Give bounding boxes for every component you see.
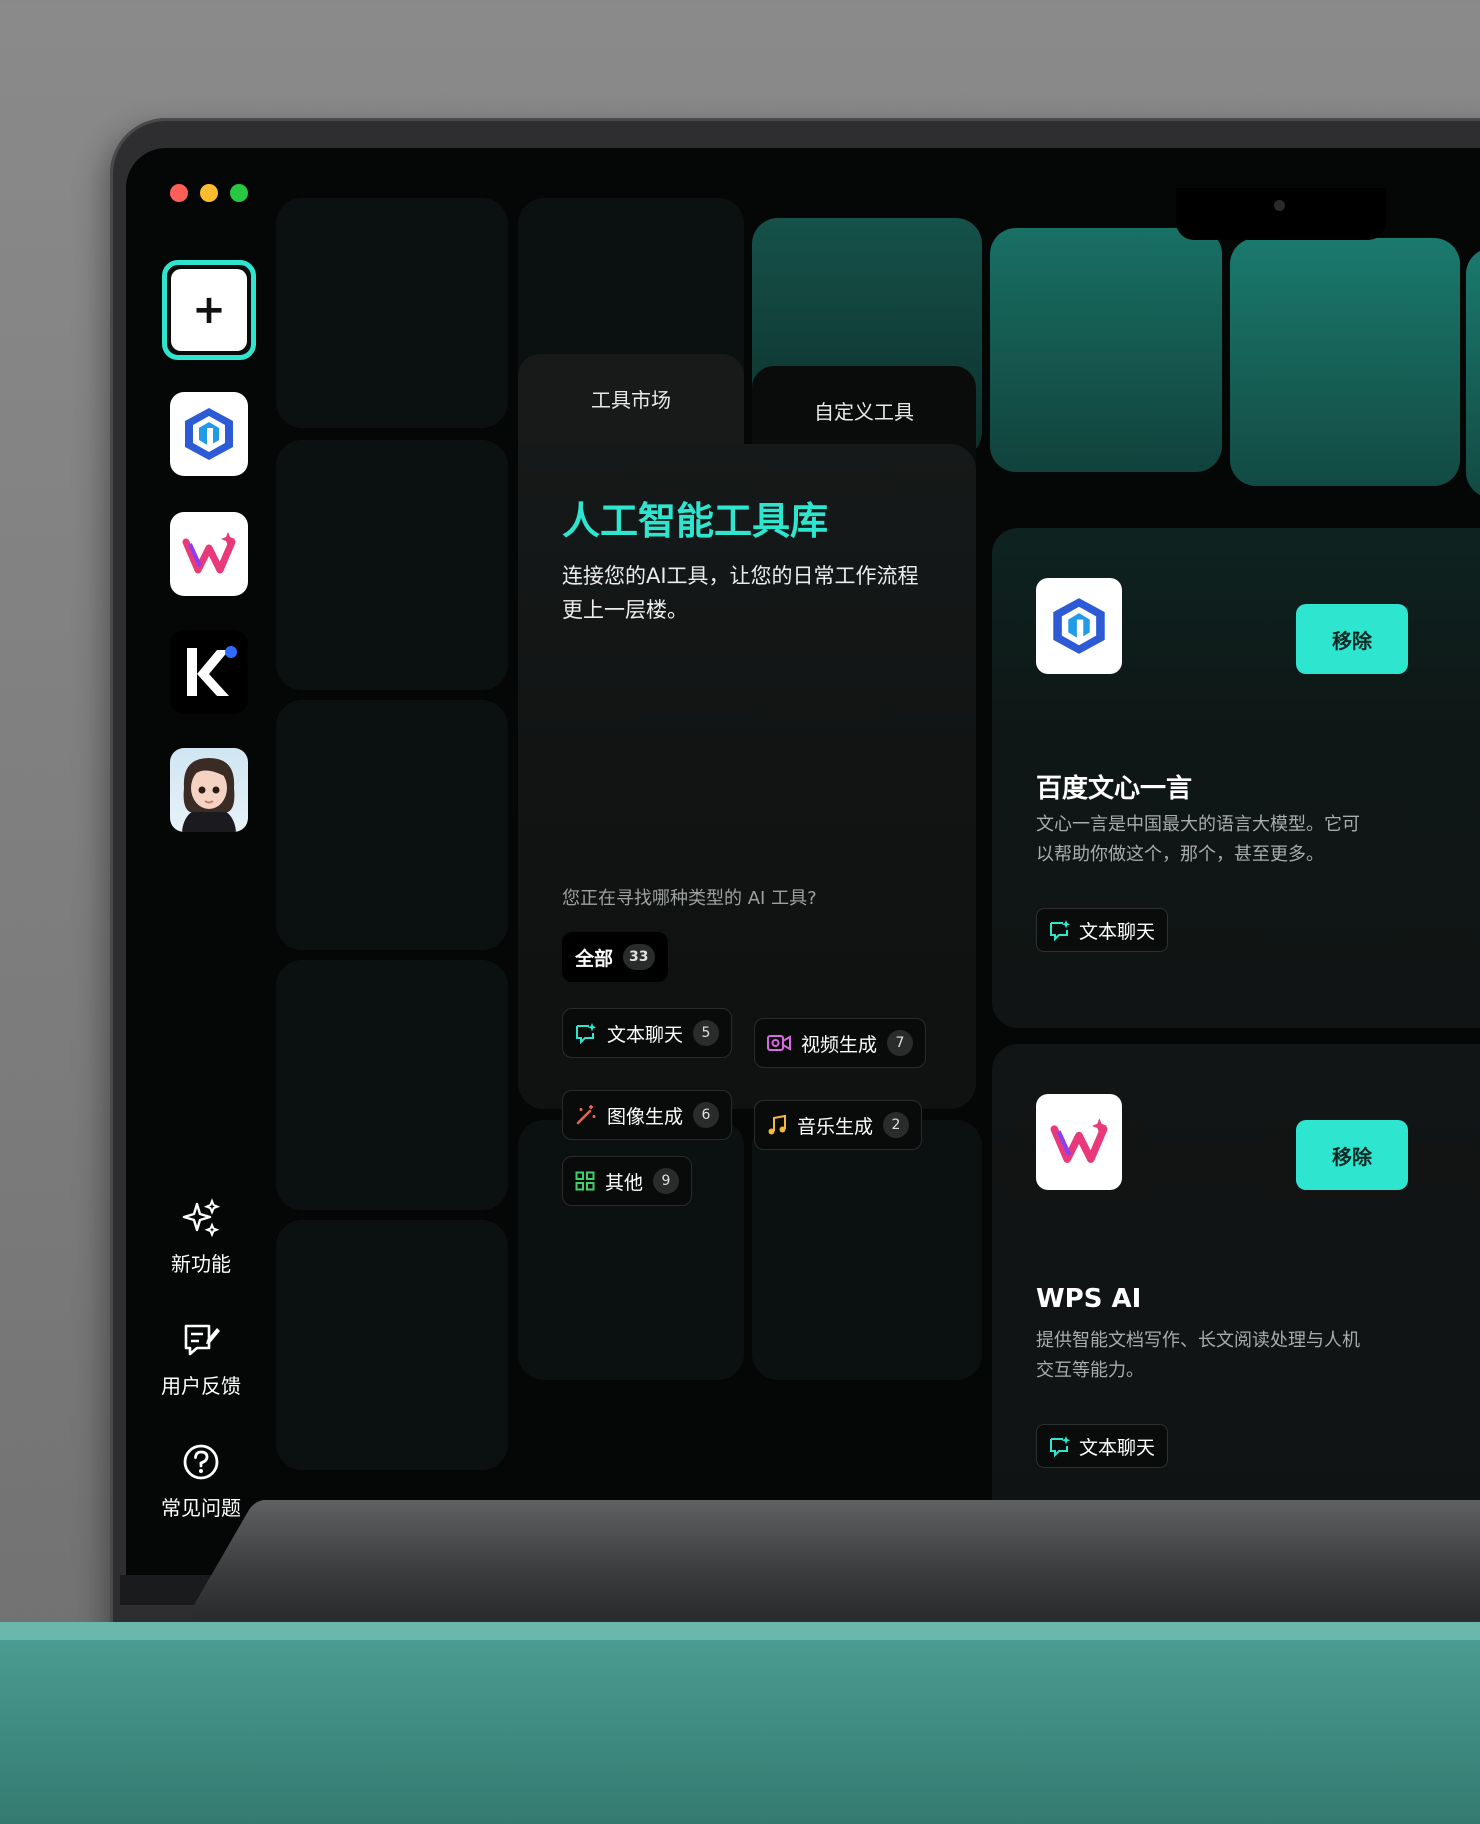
category-image-chip[interactable]: 图像生成 6 [562, 1090, 733, 1140]
feedback-label: 用户反馈 [161, 1374, 241, 1398]
new-features-button[interactable]: 新功能 [146, 1198, 256, 1277]
help-circle-icon [183, 1444, 219, 1480]
window-controls [170, 184, 248, 202]
sidebar: + 新功能 用户反馈 常见问题 [126, 148, 276, 1588]
sidebar-app-wps[interactable] [170, 512, 248, 596]
tool-library-panel: 人工智能工具库 连接您的AI工具，让您的日常工作流程更上一层楼。 您正在寻找哪种… [518, 444, 976, 1206]
add-tool-button[interactable]: + [162, 260, 256, 360]
chip-label: 全部 [575, 947, 614, 970]
tool-description: 文心一言是中国最大的语言大模型。它可以帮助你做这个，那个，甚至更多。 [1036, 814, 1360, 865]
tool-name: WPS AI [1036, 1284, 1142, 1314]
chip-count: 33 [623, 944, 655, 970]
tool-description: 提供智能文档写作、长文阅读处理与人机交互等能力。 [1036, 1330, 1360, 1381]
chip-label: 其他 [605, 1171, 644, 1194]
tool-card-wps[interactable]: 移除 WPS AI 提供智能文档写作、长文阅读处理与人机交互等能力。 文本聊天 [992, 1044, 1480, 1544]
plus-icon: + [171, 269, 247, 351]
maximize-window-button[interactable] [230, 184, 248, 202]
close-window-button[interactable] [170, 184, 188, 202]
chip-label: 音乐生成 [797, 1115, 874, 1138]
chip-count: 6 [693, 1102, 720, 1128]
chip-label: 文本聊天 [607, 1023, 684, 1046]
avatar-icon [182, 758, 236, 832]
chip-count: 7 [887, 1030, 914, 1056]
display-stand [0, 1640, 1480, 1824]
remove-button[interactable]: 移除 [1296, 1120, 1408, 1190]
sidebar-app-k[interactable] [170, 630, 248, 714]
chip-count: 5 [693, 1020, 720, 1046]
category-video-chip[interactable]: 视频生成 7 [754, 1018, 927, 1068]
camera-notch [1176, 188, 1386, 240]
sparkle-icon [182, 1198, 221, 1238]
page-subtitle: 连接您的AI工具，让您的日常工作流程更上一层楼。 [562, 564, 919, 622]
feedback-button[interactable]: 用户反馈 [146, 1320, 256, 1399]
app-window: + 新功能 用户反馈 常见问题 工具市场 自定义工具 人工智能工具库 连接您的A… [126, 148, 1480, 1588]
chat-sparkle-icon [1050, 1436, 1071, 1457]
page-title: 人工智能工具库 [562, 499, 829, 543]
tool-card-wenxin[interactable]: 移除 百度文心一言 文心一言是中国最大的语言大模型。它可以帮助你做这个，那个，甚… [992, 528, 1480, 1028]
laptop-base [185, 1500, 1480, 1620]
tool-tag: 文本聊天 [1036, 908, 1169, 952]
chat-sparkle-icon [576, 1023, 597, 1044]
minimize-window-button[interactable] [200, 184, 218, 202]
category-other-chip[interactable]: 其他 9 [562, 1156, 693, 1206]
magic-wand-icon [576, 1105, 596, 1125]
chat-sparkle-icon [1050, 920, 1071, 941]
chip-count: 9 [653, 1168, 680, 1194]
remove-button[interactable]: 移除 [1296, 604, 1408, 674]
tool-logo [1036, 1094, 1122, 1190]
category-music-chip[interactable]: 音乐生成 2 [754, 1100, 923, 1150]
tool-name: 百度文心一言 [1036, 774, 1193, 804]
tool-tag-label: 文本聊天 [1079, 1436, 1156, 1459]
faq-label: 常见问题 [161, 1496, 241, 1520]
music-note-icon [768, 1114, 786, 1135]
category-text-chat-chip[interactable]: 文本聊天 5 [562, 1008, 733, 1058]
grid-icon [575, 1171, 595, 1191]
video-icon [767, 1035, 791, 1051]
wenxin-logo-icon [1053, 598, 1105, 654]
wps-ai-logo-icon [182, 532, 236, 574]
k-app-logo-icon [187, 646, 237, 696]
wps-ai-logo-icon [1050, 1118, 1108, 1163]
tool-tag: 文本聊天 [1036, 1424, 1169, 1468]
sidebar-app-wenxin[interactable] [170, 392, 248, 476]
wenxin-logo-icon [185, 408, 233, 460]
tool-tag-label: 文本聊天 [1079, 920, 1156, 943]
chip-count: 2 [883, 1112, 910, 1138]
chip-label: 视频生成 [801, 1033, 878, 1056]
camera-icon [1274, 200, 1285, 211]
sidebar-app-avatar[interactable] [170, 748, 248, 832]
chip-label: 图像生成 [607, 1105, 684, 1128]
faq-button[interactable]: 常见问题 [146, 1442, 256, 1521]
category-all-chip[interactable]: 全部 33 [562, 932, 668, 982]
tool-logo [1036, 578, 1122, 674]
new-features-label: 新功能 [171, 1252, 231, 1276]
category-question: 您正在寻找哪种类型的 AI 工具? [562, 888, 817, 909]
feedback-icon [184, 1324, 220, 1356]
